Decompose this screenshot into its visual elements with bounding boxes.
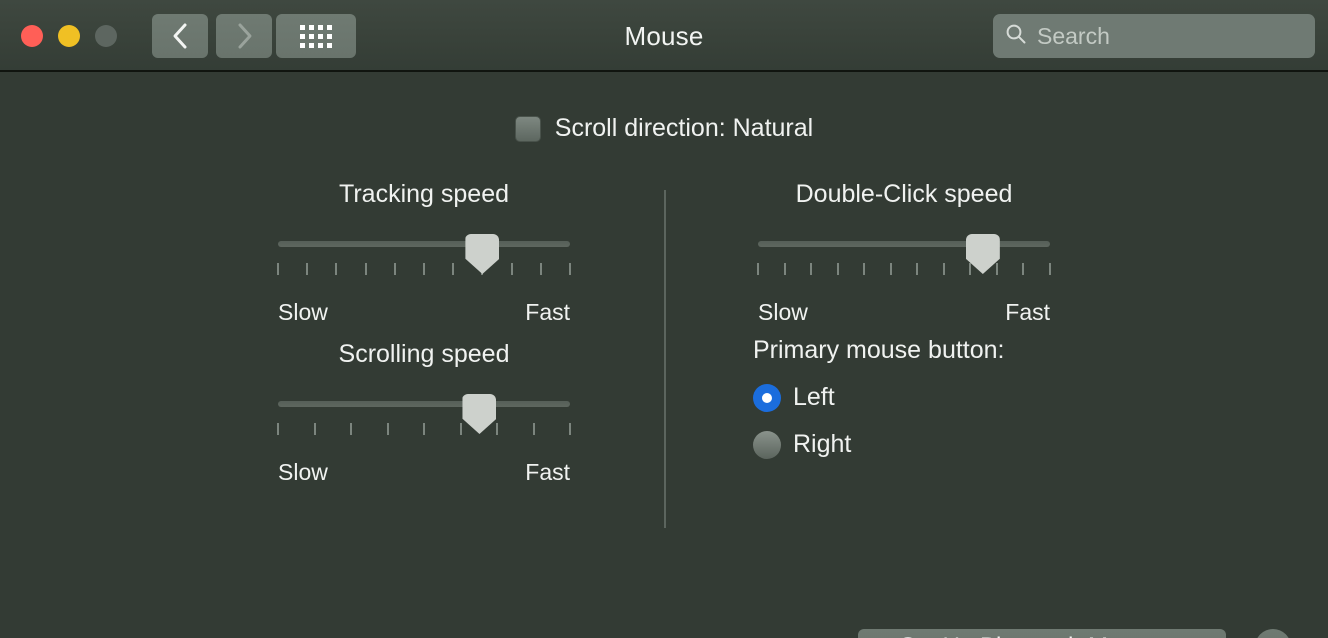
scrolling-speed-min-label: Slow <box>278 459 328 485</box>
slider-tick <box>393 263 396 275</box>
double-click-speed-slider-block: Double-Click speed Slow Fast <box>757 180 1051 329</box>
slider-tick <box>783 263 786 275</box>
search-icon <box>1005 23 1027 50</box>
tracking-speed-slider-block: Tracking speed Slow Fast <box>277 180 571 329</box>
scroll-direction-label: Scroll direction: Natural <box>554 114 814 142</box>
slider-tick <box>836 263 839 275</box>
radio-option-right[interactable]: Right <box>753 430 1005 459</box>
slider-tick <box>889 263 892 275</box>
title-bar: Mouse Search <box>0 0 1328 72</box>
scrolling-speed-max-label: Fast <box>525 459 570 485</box>
slider-tick <box>1049 263 1051 275</box>
radio-left-indicator[interactable] <box>753 383 781 412</box>
slider-tick <box>969 263 972 275</box>
slider-tick-marks <box>277 423 571 435</box>
slider-tick <box>335 263 338 275</box>
double-click-speed-slider[interactable] <box>757 231 1051 297</box>
search-field[interactable]: Search <box>993 14 1315 58</box>
slider-tick <box>496 423 498 435</box>
slider-tick <box>452 263 455 275</box>
slider-tick <box>364 263 367 275</box>
slider-tick <box>810 263 813 275</box>
slider-tick-marks <box>277 263 571 275</box>
tracking-speed-slider[interactable] <box>277 231 571 297</box>
slider-tick <box>313 423 316 435</box>
scrolling-speed-label: Scrolling speed <box>338 340 510 368</box>
set-up-bluetooth-mouse-label: Set Up Bluetooth Mouse… <box>900 633 1184 638</box>
slider-tick <box>569 263 571 275</box>
slider-tick <box>459 423 462 435</box>
slider-tick <box>386 423 389 435</box>
slider-tick <box>510 263 513 275</box>
slider-tick <box>277 263 279 275</box>
slider-track <box>278 401 570 407</box>
radio-right-label: Right <box>793 430 852 458</box>
scrolling-speed-slider[interactable] <box>277 391 571 457</box>
slider-tick <box>532 423 535 435</box>
slider-tick <box>350 423 352 435</box>
set-up-bluetooth-mouse-button[interactable]: Set Up Bluetooth Mouse… <box>858 629 1226 638</box>
primary-mouse-button-label: Primary mouse button: <box>753 336 1005 364</box>
slider-tick-marks <box>757 263 1051 275</box>
help-button[interactable]: ? <box>1255 629 1291 638</box>
preference-pane-body: Scroll direction: Natural Tracking speed… <box>0 74 1328 638</box>
tracking-speed-max-label: Fast <box>525 299 570 325</box>
slider-tick <box>423 263 425 275</box>
slider-tick <box>757 263 759 275</box>
tracking-speed-end-labels: Slow Fast <box>278 299 570 329</box>
slider-tick <box>306 263 309 275</box>
mouse-preferences-window: Mouse Search Scroll direction: Natural T… <box>0 0 1328 638</box>
slider-tick <box>863 263 866 275</box>
scrolling-speed-slider-block: Scrolling speed Slow Fast <box>277 340 571 489</box>
slider-tick <box>569 423 571 435</box>
double-click-speed-end-labels: Slow Fast <box>758 299 1050 329</box>
scroll-direction-row[interactable]: Scroll direction: Natural <box>0 114 1328 143</box>
double-click-speed-min-label: Slow <box>758 299 808 325</box>
help-question-mark-icon: ? <box>1267 634 1280 638</box>
radio-option-left[interactable]: Left <box>753 383 1005 412</box>
tracking-speed-min-label: Slow <box>278 299 328 325</box>
search-placeholder: Search <box>1037 22 1110 49</box>
scroll-direction-checkbox[interactable] <box>514 115 541 142</box>
column-divider <box>664 190 666 528</box>
slider-tick <box>277 423 279 435</box>
slider-tick <box>916 263 919 275</box>
slider-tick <box>1022 263 1025 275</box>
slider-track <box>278 241 570 247</box>
slider-track <box>758 241 1050 247</box>
radio-right-indicator[interactable] <box>753 430 781 459</box>
slider-tick <box>995 263 998 275</box>
scrolling-speed-end-labels: Slow Fast <box>278 459 570 489</box>
tracking-speed-label: Tracking speed <box>339 180 509 208</box>
primary-mouse-button-group: Primary mouse button: Left Right <box>753 336 1005 459</box>
page-title-text: Mouse <box>624 20 704 51</box>
slider-tick <box>942 263 945 275</box>
radio-left-label: Left <box>793 383 835 411</box>
slider-tick <box>539 263 542 275</box>
double-click-speed-label: Double-Click speed <box>795 180 1013 208</box>
double-click-speed-max-label: Fast <box>1005 299 1050 325</box>
slider-tick <box>423 423 425 435</box>
